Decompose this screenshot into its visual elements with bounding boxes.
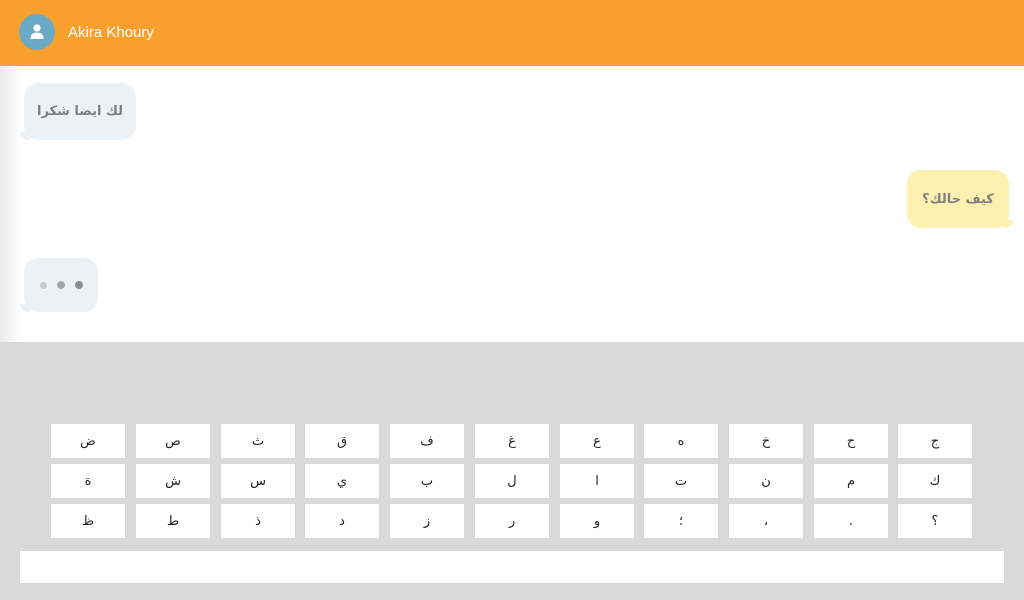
keyboard-key[interactable]: ظ	[51, 504, 125, 538]
keyboard-key[interactable]: ا	[560, 464, 634, 498]
message-text: كيف حالك؟	[922, 191, 994, 207]
message-input[interactable]	[20, 551, 1004, 583]
keyboard-key[interactable]: ن	[729, 464, 803, 498]
typing-dot	[57, 281, 65, 289]
keyboard-key[interactable]: ق	[305, 424, 379, 458]
contact-name: Akira Khoury	[68, 24, 154, 41]
keyboard-key[interactable]: س	[221, 464, 295, 498]
keyboard-key[interactable]: ف	[390, 424, 464, 458]
keyboard-key[interactable]: ك	[898, 464, 972, 498]
keyboard-key[interactable]: ط	[136, 504, 210, 538]
keyboard-key[interactable]: ج	[898, 424, 972, 458]
keyboard-key[interactable]: ذ	[221, 504, 295, 538]
keyboard-key[interactable]: م	[814, 464, 888, 498]
keyboard-key[interactable]: و	[560, 504, 634, 538]
keyboard-key[interactable]: ة	[51, 464, 125, 498]
keyboard-key[interactable]: ب	[390, 464, 464, 498]
keyboard-key[interactable]: ع	[560, 424, 634, 458]
keyboard-key[interactable]: ص	[136, 424, 210, 458]
chat-header: Akira Khoury	[0, 0, 1024, 66]
keyboard-key[interactable]: خ	[729, 424, 803, 458]
keyboard-key[interactable]: ر	[475, 504, 549, 538]
keyboard-key[interactable]: .	[814, 504, 888, 538]
typing-indicator	[24, 258, 98, 312]
keyboard-key[interactable]: ؟	[898, 504, 972, 538]
keyboard-key[interactable]: ت	[644, 464, 718, 498]
outgoing-message-bubble: كيف حالك؟	[907, 170, 1009, 228]
message-list: لك ايضا شكرا كيف حالك؟	[0, 66, 1024, 342]
user-icon	[30, 24, 44, 39]
keyboard-key[interactable]: ث	[221, 424, 295, 458]
keyboard-key[interactable]: ح	[814, 424, 888, 458]
keyboard-key[interactable]: ض	[51, 424, 125, 458]
message-text: لك ايضا شكرا	[37, 104, 123, 119]
typing-dot	[75, 281, 83, 289]
keyboard-key[interactable]: غ	[475, 424, 549, 458]
keyboard-key[interactable]: ش	[136, 464, 210, 498]
keyboard-key[interactable]: ؛	[644, 504, 718, 538]
incoming-message-bubble: لك ايضا شكرا	[24, 83, 136, 140]
keyboard-key[interactable]: ي	[305, 464, 379, 498]
keyboard-key[interactable]: د	[305, 504, 379, 538]
keyboard-key[interactable]: ل	[475, 464, 549, 498]
keyboard: ج ح خ ه ع غ ف ق ث ص ض ك م ن ت ا ل ب ي س ش ة ؟. ، ؛ و ر ز د ذ ط ظ	[0, 342, 1024, 600]
keyboard-key[interactable]: ه	[644, 424, 718, 458]
keyboard-key[interactable]: ز	[390, 504, 464, 538]
avatar[interactable]	[19, 14, 55, 50]
keyboard-key[interactable]: ،	[729, 504, 803, 538]
typing-dot	[40, 282, 47, 289]
